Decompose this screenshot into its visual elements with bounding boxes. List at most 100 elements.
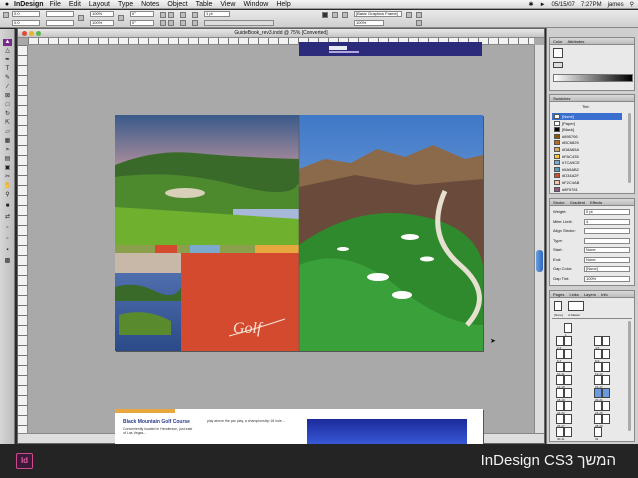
menu-edit[interactable]: Edit	[69, 1, 81, 8]
swatch-row[interactable]: #8F5781	[552, 186, 622, 193]
stroke-row-field[interactable]: None	[584, 256, 630, 263]
volume-icon[interactable]: ►	[540, 2, 546, 8]
minimize-window-icon[interactable]	[29, 31, 34, 36]
page-thumb[interactable]	[602, 414, 610, 424]
page-thumb[interactable]	[564, 336, 572, 346]
page-thumb[interactable]	[602, 349, 610, 359]
menu-app-name[interactable]: InDesign	[14, 1, 44, 8]
page-thumb[interactable]	[594, 362, 602, 372]
flip-horizontal-icon[interactable]	[160, 20, 166, 26]
page-thumb[interactable]	[602, 336, 610, 346]
constrain-proportions-icon[interactable]	[78, 15, 84, 21]
zoom-window-icon[interactable]	[36, 31, 41, 36]
stroke-row-field[interactable]	[584, 228, 630, 234]
clock-time[interactable]: 7:27PM	[581, 2, 602, 8]
user-name[interactable]: james	[608, 2, 624, 8]
page-thumb[interactable]	[602, 388, 610, 398]
drop-shadow-icon[interactable]	[322, 12, 328, 18]
default-colors-icon[interactable]: ▫	[3, 225, 12, 232]
document-title-bar[interactable]: GuideBook_rev3.indd @ 75% [Converted]	[18, 29, 544, 38]
pen-tool-icon[interactable]: ✒	[3, 57, 12, 64]
gradient-tool-icon[interactable]: ▤	[3, 156, 12, 163]
page-thumb[interactable]	[602, 375, 610, 385]
hand-tool-icon[interactable]: ✋	[3, 183, 12, 190]
tab-info[interactable]: Info	[601, 292, 608, 297]
page-thumb[interactable]	[564, 414, 572, 424]
zoom-tool-icon[interactable]: ⚲	[3, 192, 12, 199]
menu-help[interactable]: Help	[276, 1, 290, 8]
y-position-field[interactable]: 0.0	[12, 20, 40, 26]
selection-tool-icon[interactable]: ▲	[3, 39, 12, 46]
page-thumb[interactable]	[556, 427, 564, 437]
tab-layers[interactable]: Layers	[584, 292, 596, 297]
rectangle-tool-icon[interactable]: □	[3, 102, 12, 109]
menu-view[interactable]: View	[220, 1, 235, 8]
fill-color-icon[interactable]	[553, 48, 563, 58]
fill-swatch-icon[interactable]	[192, 12, 198, 18]
page-thumb[interactable]	[594, 375, 602, 385]
vertical-scroll-thumb[interactable]	[536, 250, 543, 272]
menu-object[interactable]: Object	[167, 1, 187, 8]
vertical-scrollbar[interactable]	[534, 45, 544, 433]
clock-date[interactable]: 05/15/07	[552, 2, 575, 8]
color-ramp[interactable]	[553, 74, 633, 82]
golf-spread[interactable]: Golf	[115, 115, 483, 351]
scale-tool-icon[interactable]: ⇱	[3, 120, 12, 127]
next-spread[interactable]: Black Mountain Golf Course Conveniently …	[115, 409, 483, 445]
free-transform-tool-icon[interactable]: ▦	[3, 138, 12, 145]
rotate-90-ccw-icon[interactable]	[168, 12, 174, 18]
previous-spread-sliver[interactable]	[299, 42, 482, 56]
scale-x-field[interactable]: 100%	[90, 11, 114, 17]
shear-field[interactable]: 0°	[130, 20, 154, 26]
flip-vertical-icon[interactable]	[168, 20, 174, 26]
close-window-icon[interactable]	[22, 31, 27, 36]
scale-lock-icon[interactable]	[118, 15, 124, 21]
effects-icon[interactable]	[332, 12, 338, 18]
menu-layout[interactable]: Layout	[89, 1, 110, 8]
width-field[interactable]	[46, 11, 74, 17]
page-thumb[interactable]	[556, 375, 564, 385]
apple-menu-icon[interactable]: ●	[0, 1, 14, 8]
button-tool-icon[interactable]: ▣	[3, 165, 12, 172]
quick-apply-icon[interactable]	[406, 12, 412, 18]
page-thumb[interactable]	[602, 401, 610, 411]
rotate-90-cw-icon[interactable]	[160, 12, 166, 18]
fill-stroke-icon[interactable]: ■	[3, 203, 12, 210]
rotate-tool-icon[interactable]: ↻	[3, 111, 12, 118]
normal-view-icon[interactable]: ▩	[3, 258, 12, 265]
page-thumb[interactable]	[556, 336, 564, 346]
page-thumb[interactable]	[564, 427, 572, 437]
page-thumb[interactable]	[564, 323, 572, 333]
a-master-thumb[interactable]	[568, 301, 584, 311]
menu-file[interactable]: File	[50, 1, 61, 8]
page-thumb[interactable]	[594, 349, 602, 359]
tab-links[interactable]: Links	[569, 292, 578, 297]
page-thumb[interactable]	[594, 414, 602, 424]
page-thumb[interactable]	[556, 362, 564, 372]
bluetooth-icon[interactable]: ✱	[529, 1, 534, 8]
tab-attributes[interactable]: Attributes	[567, 39, 584, 44]
tab-color[interactable]: Color	[553, 39, 563, 44]
page-thumb[interactable]	[594, 401, 602, 411]
fx-icon[interactable]	[342, 12, 348, 18]
type-tool-icon[interactable]: T	[3, 66, 12, 73]
page-thumb[interactable]	[594, 336, 602, 346]
page-thumb[interactable]	[594, 388, 602, 398]
page-thumb[interactable]	[594, 427, 602, 437]
swatches-scrollbar[interactable]	[628, 113, 631, 183]
menu-window[interactable]: Window	[243, 1, 268, 8]
pages-scrollbar[interactable]	[628, 321, 631, 431]
pencil-tool-icon[interactable]: ✎	[3, 75, 12, 82]
spotlight-icon[interactable]: ⚲	[630, 1, 634, 8]
formatting-container-icon[interactable]: ▫	[3, 236, 12, 243]
direct-selection-tool-icon[interactable]: △	[3, 48, 12, 55]
page-thumb[interactable]	[556, 349, 564, 359]
page-thumb[interactable]	[564, 401, 572, 411]
opacity-field[interactable]: 100%	[354, 20, 384, 26]
tab-swatches[interactable]: Swatches	[553, 96, 570, 101]
rotation-field[interactable]: 0°	[130, 11, 154, 17]
page-thumb[interactable]	[556, 388, 564, 398]
page-thumb[interactable]	[564, 375, 572, 385]
stroke-color-icon[interactable]	[553, 62, 563, 68]
tab-pages[interactable]: Pages	[553, 292, 564, 297]
